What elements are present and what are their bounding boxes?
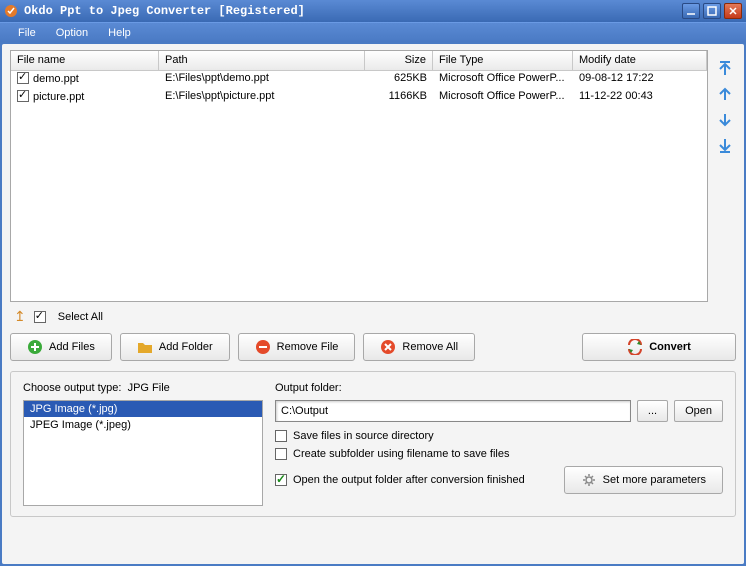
up-level-icon[interactable]: ↥	[14, 308, 26, 325]
window-title: Okdo Ppt to Jpeg Converter [Registered]	[24, 4, 682, 18]
choose-type-label: Choose output type: JPG File	[23, 382, 263, 394]
set-more-parameters-button[interactable]: Set more parameters	[564, 466, 723, 494]
action-buttons: Add Files Add Folder Remove File Remove …	[10, 331, 736, 371]
add-files-button[interactable]: Add Files	[10, 333, 112, 361]
title-bar: Okdo Ppt to Jpeg Converter [Registered]	[0, 0, 746, 22]
close-button[interactable]	[724, 3, 742, 19]
row-checkbox[interactable]	[17, 90, 29, 102]
output-panel: Choose output type: JPG File JPG Image (…	[10, 371, 736, 517]
output-folder-label: Output folder:	[275, 382, 723, 394]
convert-label: Convert	[649, 341, 691, 353]
reorder-arrows	[714, 50, 736, 302]
save-source-checkbox[interactable]	[275, 430, 287, 442]
browse-button[interactable]: ...	[637, 400, 668, 422]
app-logo-icon	[4, 4, 18, 18]
move-top-button[interactable]	[716, 58, 734, 78]
remove-file-label: Remove File	[277, 341, 339, 353]
folder-icon	[137, 339, 153, 355]
menu-file[interactable]: File	[8, 25, 46, 41]
open-after-label: Open the output folder after conversion …	[293, 474, 525, 486]
open-after-checkbox[interactable]	[275, 474, 287, 486]
minus-icon	[255, 339, 271, 355]
create-subfolder-label: Create subfolder using filename to save …	[293, 448, 509, 460]
list-item[interactable]: JPG Image (*.jpg)	[24, 401, 262, 417]
remove-all-icon	[380, 339, 396, 355]
add-files-label: Add Files	[49, 341, 95, 353]
move-bottom-button[interactable]	[716, 136, 734, 156]
convert-button[interactable]: Convert	[582, 333, 736, 361]
remove-all-button[interactable]: Remove All	[363, 333, 475, 361]
list-item[interactable]: JPEG Image (*.jpeg)	[24, 417, 262, 433]
move-down-button[interactable]	[716, 110, 734, 130]
add-folder-button[interactable]: Add Folder	[120, 333, 230, 361]
remove-file-button[interactable]: Remove File	[238, 333, 356, 361]
menu-option[interactable]: Option	[46, 25, 98, 41]
select-all-row: ↥ Select All	[10, 302, 736, 331]
save-source-label: Save files in source directory	[293, 430, 434, 442]
client-area: File name Path Size File Type Modify dat…	[2, 44, 744, 564]
maximize-button[interactable]	[703, 3, 721, 19]
create-subfolder-checkbox[interactable]	[275, 448, 287, 460]
current-type: JPG File	[128, 382, 170, 394]
col-path[interactable]: Path	[159, 51, 365, 70]
col-modify[interactable]: Modify date	[573, 51, 707, 70]
output-type-list[interactable]: JPG Image (*.jpg) JPEG Image (*.jpeg)	[23, 400, 263, 506]
select-all-label: Select All	[58, 311, 103, 323]
output-folder-input[interactable]	[275, 400, 631, 422]
table-row[interactable]: demo.pptE:\Files\ppt\demo.ppt625KBMicros…	[11, 71, 707, 89]
plus-icon	[27, 339, 43, 355]
select-all-checkbox[interactable]	[34, 311, 46, 323]
more-params-label: Set more parameters	[603, 474, 706, 486]
menu-bar: File Option Help	[0, 22, 746, 42]
col-size[interactable]: Size	[365, 51, 433, 70]
gear-icon	[581, 472, 597, 488]
table-header: File name Path Size File Type Modify dat…	[11, 51, 707, 71]
file-table: File name Path Size File Type Modify dat…	[10, 50, 708, 302]
menu-help[interactable]: Help	[98, 25, 141, 41]
row-checkbox[interactable]	[17, 72, 29, 84]
table-row[interactable]: picture.pptE:\Files\ppt\picture.ppt1166K…	[11, 89, 707, 107]
add-folder-label: Add Folder	[159, 341, 213, 353]
col-filename[interactable]: File name	[11, 51, 159, 70]
remove-all-label: Remove All	[402, 341, 458, 353]
minimize-button[interactable]	[682, 3, 700, 19]
open-folder-button[interactable]: Open	[674, 400, 723, 422]
convert-icon	[627, 339, 643, 355]
move-up-button[interactable]	[716, 84, 734, 104]
col-filetype[interactable]: File Type	[433, 51, 573, 70]
